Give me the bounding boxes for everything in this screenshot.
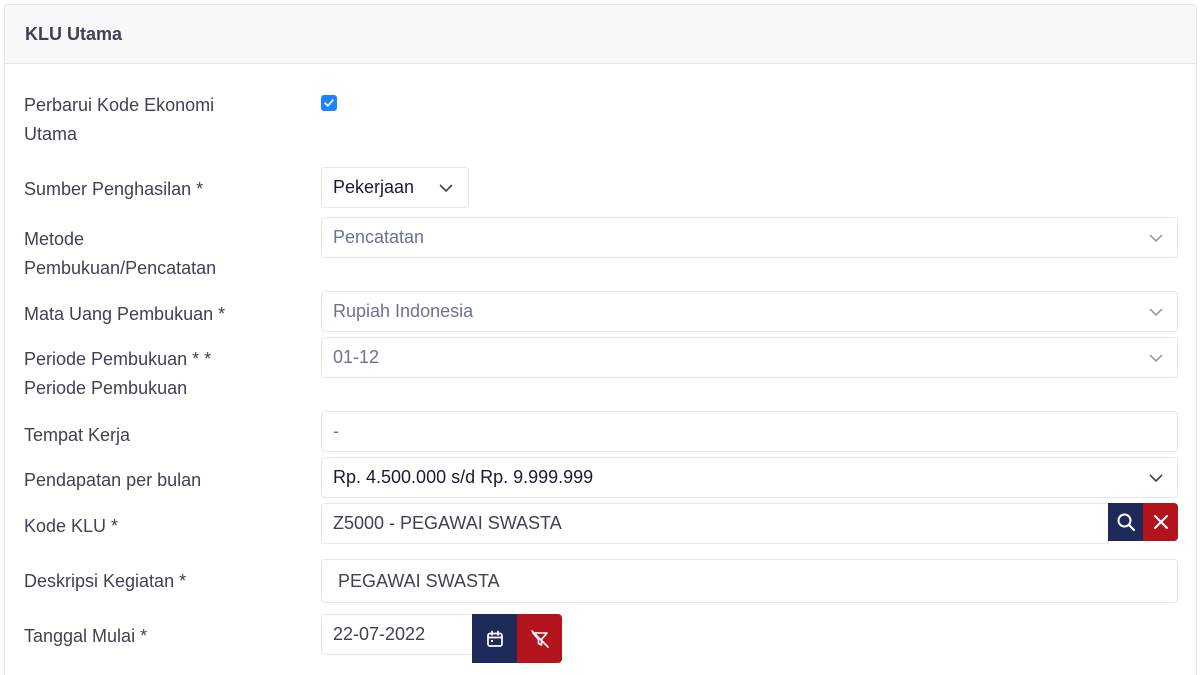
- metode-pembukuan-value: Pencatatan: [333, 227, 425, 247]
- chevron-down-icon: [1149, 353, 1163, 362]
- kode-klu-input[interactable]: Z5000 - PEGAWAI SWASTA: [321, 503, 1109, 544]
- mata-uang-value: Rupiah Indonesia: [333, 301, 474, 321]
- perbarui-label: Perbarui Kode Ekonomi Utama: [24, 95, 215, 144]
- sumber-penghasilan-label: Sumber Penghasilan *: [24, 179, 204, 199]
- card-header: KLU Utama: [5, 5, 1196, 64]
- perbarui-checkbox[interactable]: [321, 95, 337, 111]
- tempat-kerja-input[interactable]: -: [321, 411, 1178, 452]
- chevron-down-icon: [1149, 233, 1163, 242]
- tanggal-mulai-value: 22-07-2022: [333, 624, 426, 644]
- metode-pembukuan-label: Metode Pembukuan/Pencatatan: [24, 229, 217, 278]
- tempat-kerja-label: Tempat Kerja: [24, 425, 131, 445]
- deskripsi-kegiatan-input[interactable]: PEGAWAI SWASTA: [321, 559, 1178, 603]
- chevron-down-icon: [1149, 307, 1163, 316]
- deskripsi-kegiatan-value: PEGAWAI SWASTA: [338, 570, 500, 591]
- metode-pembukuan-select[interactable]: Pencatatan: [321, 217, 1178, 258]
- periode-pembukuan-label: Periode Pembukuan * * Periode Pembukuan: [24, 349, 212, 398]
- periode-pembukuan-select[interactable]: 01-12: [321, 337, 1178, 378]
- kode-klu-search-button[interactable]: [1108, 503, 1143, 541]
- sumber-penghasilan-value: Pekerjaan: [333, 177, 415, 197]
- sumber-penghasilan-select[interactable]: Pekerjaan: [321, 167, 469, 208]
- pendapatan-value: Rp. 4.500.000 s/d Rp. 9.999.999: [333, 467, 594, 487]
- close-icon: [1153, 515, 1168, 529]
- mata-uang-label: Mata Uang Pembukuan *: [24, 304, 226, 324]
- tanggal-mulai-input[interactable]: 22-07-2022: [321, 614, 473, 655]
- search-icon: [1117, 513, 1135, 532]
- chevron-down-icon: [439, 183, 453, 192]
- clear-date-button[interactable]: [517, 614, 562, 663]
- check-icon: [324, 99, 334, 107]
- card-title: KLU Utama: [25, 23, 123, 44]
- chevron-down-icon: [1149, 473, 1163, 482]
- kode-klu-clear-button[interactable]: [1143, 503, 1178, 541]
- mata-uang-select[interactable]: Rupiah Indonesia: [321, 291, 1178, 332]
- calendar-icon: [486, 630, 503, 647]
- pendapatan-label: Pendapatan per bulan: [24, 470, 202, 490]
- kode-klu-label: Kode KLU *: [24, 516, 119, 536]
- periode-pembukuan-value: 01-12: [333, 347, 380, 367]
- filter-clear-icon: [530, 629, 549, 648]
- deskripsi-kegiatan-label: Deskripsi Kegiatan *: [24, 571, 187, 591]
- kode-klu-value: Z5000 - PEGAWAI SWASTA: [333, 513, 562, 533]
- tempat-kerja-value: -: [333, 421, 339, 441]
- tanggal-mulai-label: Tanggal Mulai *: [24, 626, 148, 646]
- pendapatan-select[interactable]: Rp. 4.500.000 s/d Rp. 9.999.999: [321, 457, 1178, 498]
- calendar-button[interactable]: [472, 614, 517, 663]
